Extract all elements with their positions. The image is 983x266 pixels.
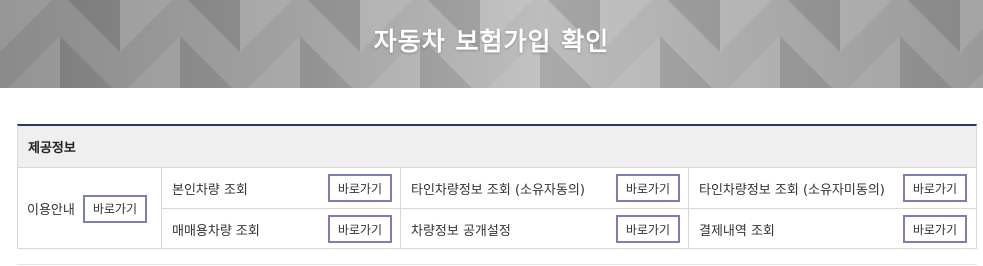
panel-heading: 제공정보 [18, 126, 976, 168]
vehicle-info-visibility-button[interactable]: 바로가기 [615, 215, 680, 243]
other-vehicle-consent-label: 타인차량정보 조회 (소유자동의) [411, 182, 585, 198]
payment-history-button[interactable]: 바로가기 [902, 215, 967, 243]
other-vehicle-no-consent-cell: 타인차량정보 조회 (소유자미동의) 바로가기 [689, 168, 976, 209]
vehicle-info-visibility-cell: 차량정보 공개설정 바로가기 [401, 209, 689, 249]
trade-vehicle-lookup-button[interactable]: 바로가기 [327, 215, 392, 243]
other-vehicle-consent-cell: 타인차량정보 조회 (소유자동의) 바로가기 [401, 168, 689, 209]
divider [17, 264, 977, 265]
usage-guide-button[interactable]: 바로가기 [82, 194, 148, 223]
other-vehicle-consent-button[interactable]: 바로가기 [615, 174, 680, 202]
page-title: 자동차 보험가입 확인 [373, 27, 610, 56]
usage-guide-cell: 이용안내 바로가기 [18, 168, 162, 249]
vehicle-info-visibility-label: 차량정보 공개설정 [411, 223, 511, 239]
payment-history-cell: 결제내역 조회 바로가기 [689, 209, 976, 249]
payment-history-label: 결제내역 조회 [699, 223, 775, 239]
page-banner: 자동차 보험가입 확인 [0, 0, 983, 88]
panel-body: 이용안내 바로가기 본인차량 조회 바로가기 타인차량정보 조회 (소유자동의)… [18, 168, 976, 249]
provided-info-panel: 제공정보 이용안내 바로가기 본인차량 조회 바로가기 타인차량정보 조회 (소… [17, 124, 977, 249]
own-vehicle-lookup-cell: 본인차량 조회 바로가기 [162, 168, 401, 209]
own-vehicle-lookup-label: 본인차량 조회 [172, 182, 248, 198]
other-vehicle-no-consent-button[interactable]: 바로가기 [902, 174, 967, 202]
other-vehicle-no-consent-label: 타인차량정보 조회 (소유자미동의) [699, 182, 885, 198]
own-vehicle-lookup-button[interactable]: 바로가기 [327, 174, 392, 202]
usage-guide-label: 이용안내 [27, 203, 75, 218]
trade-vehicle-lookup-label: 매매용차량 조회 [172, 223, 260, 239]
trade-vehicle-lookup-cell: 매매용차량 조회 바로가기 [162, 209, 401, 249]
